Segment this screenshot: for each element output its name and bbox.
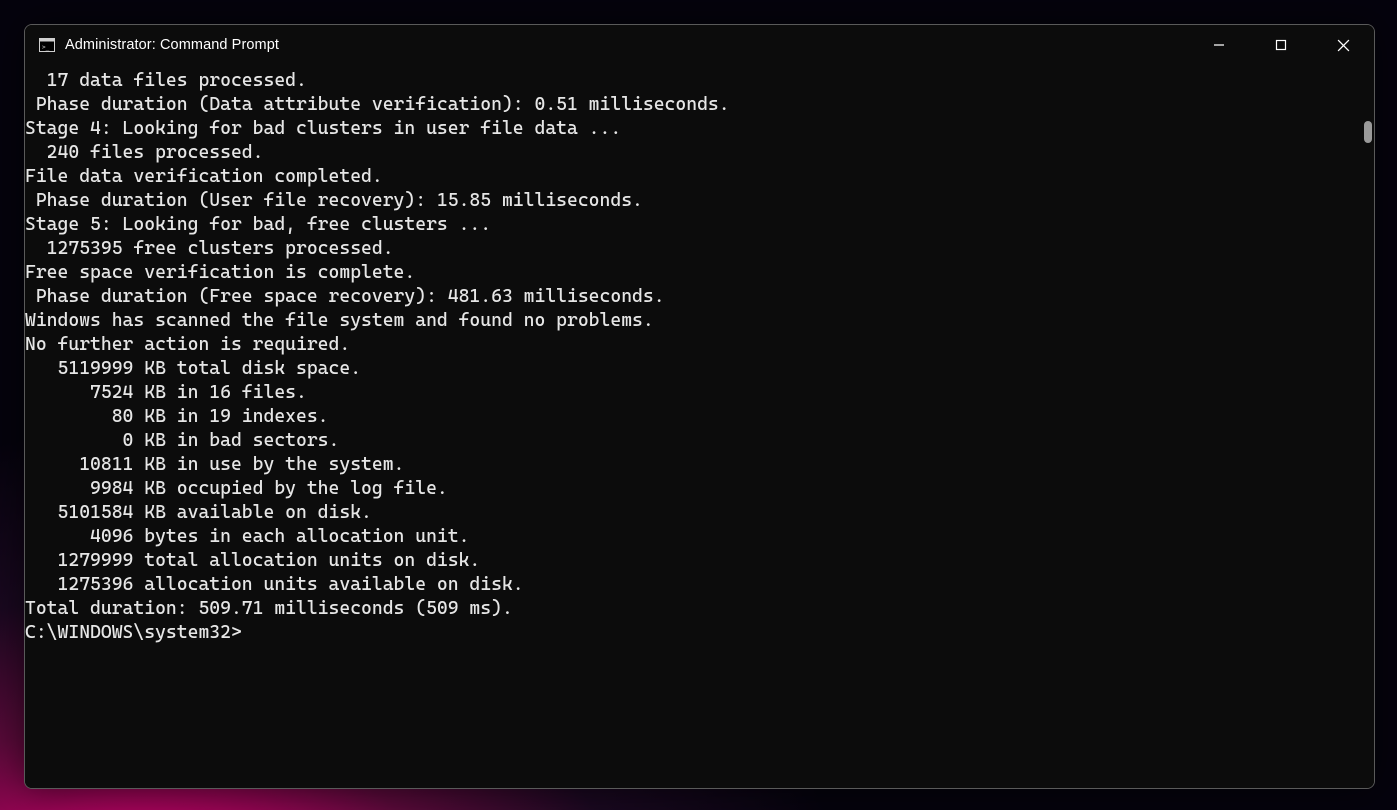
minimize-button[interactable] [1188,25,1250,65]
terminal-line: 80 KB in 19 indexes. [25,405,1374,429]
terminal-line: File data verification completed. [25,165,1374,189]
titlebar[interactable]: >_ Administrator: Command Prompt [25,25,1374,65]
terminal-line: 1275396 allocation units available on di… [25,573,1374,597]
svg-text:>_: >_ [42,44,50,51]
terminal-line: Phase duration (Data attribute verificat… [25,93,1374,117]
terminal-line: 17 data files processed. [25,69,1374,93]
terminal-line: 0 KB in bad sectors. [25,429,1374,453]
terminal-line: 5101584 KB available on disk. [25,501,1374,525]
window-title: Administrator: Command Prompt [65,37,279,53]
scrollbar-thumb[interactable] [1364,121,1372,143]
terminal-line: Stage 4: Looking for bad clusters in use… [25,117,1374,141]
terminal-line: C:\WINDOWS\system32> [25,621,1374,645]
terminal-line: 1275395 free clusters processed. [25,237,1374,261]
terminal-line: Phase duration (Free space recovery): 48… [25,285,1374,309]
terminal-line: Total duration: 509.71 milliseconds (509… [25,597,1374,621]
close-button[interactable] [1312,25,1374,65]
terminal-line: 4096 bytes in each allocation unit. [25,525,1374,549]
terminal-line: Free space verification is complete. [25,261,1374,285]
terminal-line: Stage 5: Looking for bad, free clusters … [25,213,1374,237]
terminal-line: Windows has scanned the file system and … [25,309,1374,333]
terminal-line: 240 files processed. [25,141,1374,165]
window-controls [1188,25,1374,65]
terminal-line: 7524 KB in 16 files. [25,381,1374,405]
terminal-line: 9984 KB occupied by the log file. [25,477,1374,501]
terminal-line: 10811 KB in use by the system. [25,453,1374,477]
terminal-line: 1279999 total allocation units on disk. [25,549,1374,573]
scrollbar-track[interactable] [1360,69,1372,781]
cmd-icon: >_ [39,37,55,53]
command-prompt-window: >_ Administrator: Command Prompt 17 data… [24,24,1375,789]
terminal-line: No further action is required. [25,333,1374,357]
terminal-line: Phase duration (User file recovery): 15.… [25,189,1374,213]
terminal-output[interactable]: 17 data files processed. Phase duration … [25,65,1374,788]
maximize-button[interactable] [1250,25,1312,65]
terminal-line: 5119999 KB total disk space. [25,357,1374,381]
